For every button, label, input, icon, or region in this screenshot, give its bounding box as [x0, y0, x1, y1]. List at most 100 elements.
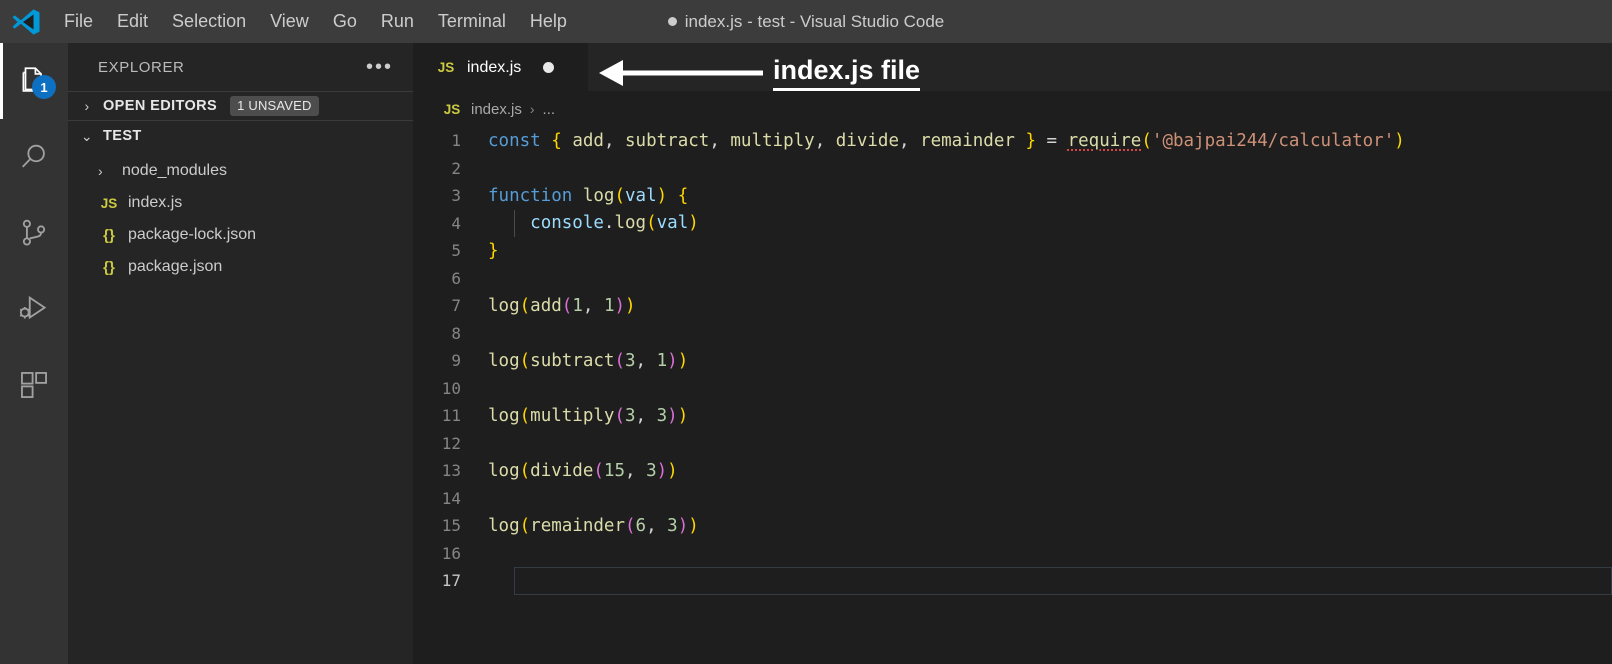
section-folder-test[interactable]: ⌄ TEST	[68, 121, 413, 151]
vscode-logo-icon	[0, 0, 52, 43]
code-token: remainder	[530, 515, 625, 536]
code-token: 3	[625, 405, 636, 426]
tree-item-package-json[interactable]: {} package.json	[68, 251, 413, 283]
code-line[interactable]: 16	[413, 540, 1612, 568]
code-line[interactable]: 14	[413, 485, 1612, 513]
code-line-text: log(multiply(3, 3))	[488, 406, 688, 426]
code-token: 1	[603, 295, 615, 316]
menu-item-help[interactable]: Help	[518, 0, 579, 43]
code-token: {	[677, 185, 689, 206]
code-line[interactable]: 12	[413, 430, 1612, 458]
tab-dirty-indicator-icon[interactable]	[543, 62, 555, 73]
code-token: )	[667, 350, 678, 371]
code-token: remainder	[920, 130, 1015, 151]
tree-item-index-js[interactable]: JS index.js	[68, 187, 413, 219]
menu-item-go[interactable]: Go	[321, 0, 369, 43]
code-token: '@bajpai244/calculator'	[1151, 130, 1395, 151]
code-token: const	[488, 130, 541, 151]
section-open-editors[interactable]: › OPEN EDITORS 1 UNSAVED	[68, 91, 413, 121]
tab-index-js[interactable]: JS index.js	[413, 43, 588, 91]
menu-item-selection[interactable]: Selection	[160, 0, 258, 43]
code-line-text: }	[488, 241, 499, 261]
code-token: subtract	[530, 350, 615, 371]
tree-item-node-modules[interactable]: › node_modules	[68, 155, 413, 187]
code-token: )	[1394, 130, 1405, 151]
tree-item-label: node_modules	[122, 162, 227, 179]
code-line[interactable]: 1 const { add, subtract, multiply, divide…	[413, 127, 1612, 155]
code-token: .	[603, 213, 615, 234]
code-token: (	[646, 213, 657, 234]
activity-item-source-control[interactable]	[0, 195, 68, 271]
activity-item-explorer[interactable]: 1	[0, 43, 68, 119]
breadcrumb-file[interactable]: index.js	[471, 101, 522, 118]
line-number: 9	[451, 351, 461, 371]
code-editor[interactable]: 1 const { add, subtract, multiply, divide…	[413, 127, 1612, 664]
code-token: divide	[530, 460, 594, 481]
activity-item-run-and-debug[interactable]	[0, 271, 68, 347]
breadcrumb[interactable]: JS index.js › ...	[413, 91, 1612, 127]
code-line[interactable]: 10	[413, 375, 1612, 403]
code-line[interactable]: 7 log(add(1, 1))	[413, 292, 1612, 320]
code-token: ,	[709, 130, 731, 151]
code-line-text: log(add(1, 1))	[488, 296, 636, 316]
menu-item-edit[interactable]: Edit	[105, 0, 160, 43]
code-line[interactable]: 4 console.log(val)	[413, 209, 1612, 237]
code-line-text: const { add, subtract, multiply, divide,…	[488, 131, 1405, 151]
code-token: )	[677, 350, 689, 371]
line-number: 12	[441, 433, 461, 453]
code-line[interactable]: 6	[413, 265, 1612, 293]
code-token: ,	[635, 405, 657, 426]
code-token: (	[519, 350, 531, 371]
code-token: (	[561, 295, 573, 316]
code-token: ,	[603, 130, 626, 151]
menu-bar[interactable]: File Edit Selection View Go Run Terminal…	[52, 0, 579, 43]
line-number: 11	[441, 406, 461, 426]
js-file-icon: JS	[100, 195, 118, 211]
code-token: (	[1141, 130, 1152, 151]
code-token: }	[488, 240, 499, 261]
code-token: )	[667, 460, 678, 481]
window-title-text: index.js - test - Visual Studio Code	[684, 11, 945, 31]
code-token: 3	[646, 460, 657, 481]
code-token: )	[656, 460, 668, 481]
activity-item-extensions[interactable]	[0, 347, 68, 423]
menu-item-file[interactable]: File	[52, 0, 105, 43]
code-token: )	[656, 185, 668, 206]
code-token: )	[677, 405, 689, 426]
code-line[interactable]: 3 function log(val) {	[413, 182, 1612, 210]
activity-item-search[interactable]	[0, 119, 68, 195]
tree-item-label: package.json	[128, 258, 223, 275]
code-token: (	[614, 350, 625, 371]
code-line[interactable]: 11 log(multiply(3, 3))	[413, 402, 1612, 430]
code-token: 3	[667, 515, 678, 536]
code-token: val	[625, 185, 657, 206]
menu-item-run[interactable]: Run	[369, 0, 426, 43]
code-token: )	[614, 295, 626, 316]
more-actions-icon[interactable]: •••	[366, 57, 393, 77]
code-line[interactable]: 5}	[413, 237, 1612, 265]
code-line[interactable]: 15 log(remainder(6, 3))	[413, 512, 1612, 540]
code-line-text: log(subtract(3, 1))	[488, 351, 688, 371]
code-token: =	[1035, 130, 1068, 151]
breadcrumb-separator-icon: ›	[529, 101, 535, 117]
code-line[interactable]: 13 log(divide(15, 3))	[413, 457, 1612, 485]
code-line[interactable]: 17	[413, 567, 1612, 595]
line-number: 6	[451, 268, 461, 288]
tree-item-package-lock-json[interactable]: {} package-lock.json	[68, 219, 413, 251]
code-token: add	[530, 295, 562, 316]
code-line[interactable]: 2	[413, 155, 1612, 183]
code-token: require	[1067, 130, 1142, 151]
code-line[interactable]: 8	[413, 320, 1612, 348]
code-token: )	[667, 405, 678, 426]
code-token: log	[614, 213, 647, 234]
js-file-icon: JS	[443, 101, 461, 117]
breadcrumb-trail[interactable]: ...	[543, 101, 556, 118]
menu-item-view[interactable]: View	[258, 0, 321, 43]
code-token: ,	[814, 130, 836, 151]
activity-bar: 1	[0, 43, 68, 664]
json-file-icon: {}	[103, 258, 115, 276]
extensions-icon	[21, 372, 47, 398]
code-line[interactable]: 9 log(subtract(3, 1))	[413, 347, 1612, 375]
menu-item-terminal[interactable]: Terminal	[426, 0, 518, 43]
